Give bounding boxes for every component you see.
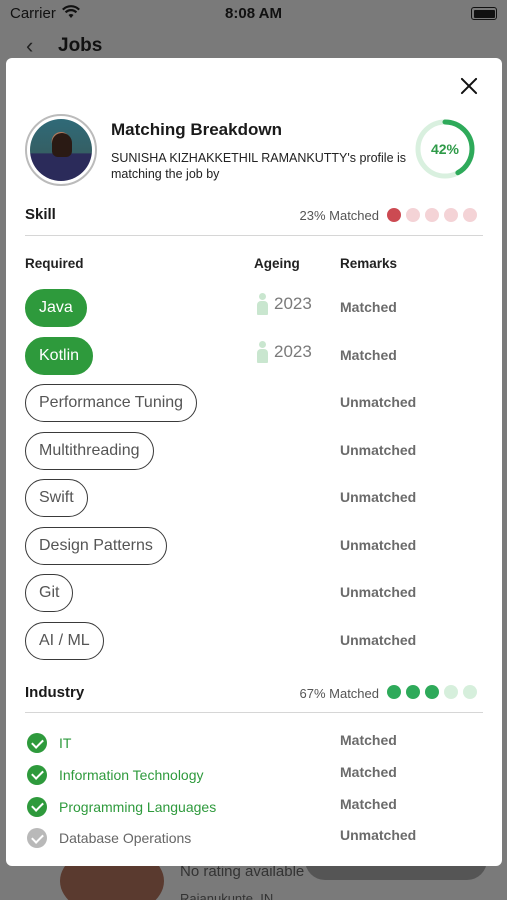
skill-row: Git Unmatched bbox=[25, 574, 483, 612]
industry-remark: Unmatched bbox=[340, 827, 417, 844]
check-circle-disabled-icon bbox=[27, 828, 47, 849]
industry-row: Database Operations Unmatched bbox=[25, 825, 483, 849]
industry-dot-3 bbox=[425, 685, 439, 699]
skill-chip: Java bbox=[25, 289, 87, 327]
skill-matched-label: 23% Matched bbox=[299, 208, 380, 223]
skill-ageing: 2023 bbox=[255, 340, 312, 363]
industry-remark: Matched bbox=[340, 732, 397, 748]
clock: 8:08 AM bbox=[225, 5, 282, 22]
industry-label: Information Technology bbox=[59, 766, 204, 783]
back-chevron-icon[interactable]: ‹ bbox=[26, 33, 33, 59]
industry-dot-2 bbox=[406, 685, 420, 699]
skill-dot-4 bbox=[444, 208, 458, 222]
profile-avatar bbox=[25, 114, 97, 186]
industry-dot-1 bbox=[387, 685, 401, 699]
skill-dot-2 bbox=[406, 208, 420, 222]
industry-dot-4 bbox=[444, 685, 458, 699]
skill-chip: Swift bbox=[25, 479, 88, 517]
skill-dot-3 bbox=[425, 208, 439, 222]
skill-section-title: Skill bbox=[25, 206, 56, 223]
skill-remark: Matched bbox=[340, 346, 397, 363]
status-bar: Carrier 8:08 AM bbox=[0, 0, 507, 28]
ageing-column-header: Ageing bbox=[254, 256, 300, 271]
skill-chip: Performance Tuning bbox=[25, 384, 198, 422]
industry-match-dots bbox=[387, 685, 477, 699]
nav-bar: ‹ Jobs bbox=[0, 30, 507, 60]
industry-matched-label: 67% Matched bbox=[299, 686, 380, 701]
check-circle-icon bbox=[27, 764, 47, 785]
industry-row: Information Technology Matched bbox=[25, 762, 483, 786]
person-icon bbox=[255, 293, 269, 315]
skill-row: Java 2023 Matched bbox=[25, 289, 483, 327]
industry-label: Programming Languages bbox=[59, 798, 217, 815]
skill-remark: Unmatched bbox=[340, 631, 417, 648]
skill-row: Multithreading Unmatched bbox=[25, 431, 483, 470]
skill-row: Swift Unmatched bbox=[25, 479, 483, 517]
skill-ageing-year: 2023 bbox=[274, 341, 312, 361]
skill-remark: Unmatched bbox=[340, 584, 417, 600]
skill-match-dots bbox=[387, 208, 477, 222]
match-percent-ring: 42% bbox=[414, 118, 476, 180]
skill-ageing: 2023 bbox=[255, 293, 312, 315]
person-icon bbox=[255, 340, 269, 363]
skill-ageing-year: 2023 bbox=[274, 294, 312, 313]
modal-subtitle: SUNISHA KIZHAKKETHIL RAMANKUTTY's profil… bbox=[111, 151, 407, 181]
skill-chip: Git bbox=[25, 574, 74, 612]
skill-remark: Unmatched bbox=[340, 536, 417, 553]
industry-remark: Matched bbox=[340, 795, 397, 812]
skill-row: Performance Tuning Unmatched bbox=[25, 384, 483, 422]
industry-label: IT bbox=[59, 735, 72, 751]
background-location: Rajanukunte, IN bbox=[180, 891, 274, 900]
skill-chip: Design Patterns bbox=[25, 526, 167, 565]
industry-row: Programming Languages Matched bbox=[25, 794, 483, 818]
skill-chip: Multithreading bbox=[25, 431, 154, 470]
background-job-card: No rating available Rajanukunte, IN bbox=[0, 846, 507, 900]
matching-breakdown-modal: Matching Breakdown SUNISHA KIZHAKKETHIL … bbox=[6, 58, 502, 866]
nav-title: Jobs bbox=[58, 35, 103, 56]
check-circle-icon bbox=[27, 796, 47, 817]
modal-title: Matching Breakdown bbox=[111, 120, 282, 139]
skill-chip: AI / ML bbox=[25, 621, 104, 660]
skill-remark: Matched bbox=[340, 299, 397, 315]
skill-dot-5 bbox=[463, 208, 477, 222]
industry-section-title: Industry bbox=[25, 684, 85, 701]
skill-remark: Unmatched bbox=[340, 394, 417, 410]
skill-remark: Unmatched bbox=[340, 441, 417, 458]
skill-chip: Kotlin bbox=[25, 336, 94, 375]
industry-remark: Matched bbox=[340, 763, 397, 780]
skill-row: AI / ML Unmatched bbox=[25, 621, 483, 660]
battery-icon bbox=[471, 7, 497, 20]
check-circle-icon bbox=[27, 733, 47, 753]
remarks-column-header: Remarks bbox=[340, 256, 398, 271]
match-percent-label: 42% bbox=[430, 141, 460, 157]
industry-divider bbox=[25, 712, 483, 713]
skill-remark: Unmatched bbox=[340, 489, 417, 505]
industry-dot-5 bbox=[463, 685, 477, 699]
required-column-header: Required bbox=[25, 256, 84, 271]
industry-label: Database Operations bbox=[59, 830, 192, 847]
industry-row: IT Matched bbox=[25, 730, 483, 754]
skill-row: Design Patterns Unmatched bbox=[25, 526, 483, 565]
skill-row: Kotlin 2023 Matched bbox=[25, 336, 483, 375]
close-icon[interactable] bbox=[457, 74, 481, 98]
skill-divider bbox=[25, 235, 483, 236]
skill-dot-1 bbox=[387, 208, 401, 222]
